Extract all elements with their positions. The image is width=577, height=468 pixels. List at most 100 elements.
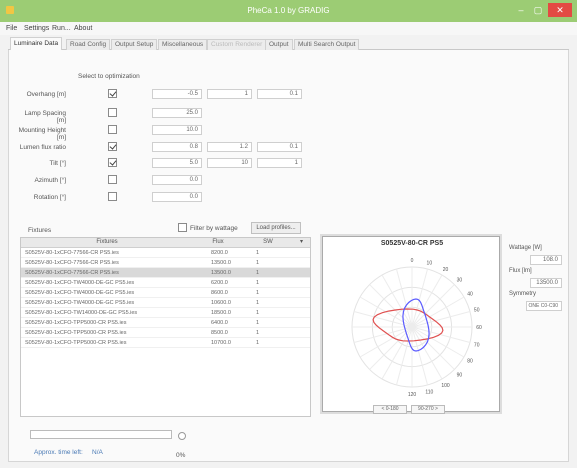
polar-spoke (411, 268, 429, 328)
polar-tick-label: 30 (457, 278, 463, 284)
maximize-button[interactable]: ▢ (531, 3, 545, 17)
load-profiles-button[interactable]: Load profiles... (251, 222, 301, 234)
mounting-height-checkbox[interactable] (108, 125, 117, 134)
overhang-label: Overhang [m] (26, 91, 66, 98)
menu-run[interactable]: Run... (52, 25, 71, 32)
rotation-checkbox[interactable] (108, 192, 117, 201)
polar-tick-label: 90 (457, 372, 463, 378)
tab-miscellaneous[interactable]: Miscellaneous (158, 39, 208, 50)
tilt-step[interactable]: 1 (257, 158, 302, 168)
overhang-checkbox[interactable] (108, 89, 117, 98)
fixtures-table[interactable]: Fixtures Flux SW ▾ S0525V-80-1xCFO-77566… (20, 237, 311, 417)
menu-settings[interactable]: Settings (24, 25, 49, 32)
cancel-knob[interactable] (178, 432, 186, 440)
cell-sw: 1 (256, 320, 260, 326)
table-row[interactable]: S0525V-80-1xCFO-TPP5000-CR PS5.ies 10700.… (21, 338, 310, 348)
menu-file[interactable]: File (6, 25, 17, 32)
cell-sw: 1 (256, 300, 260, 306)
table-row[interactable]: S0525V-80-1xCFO-77566-CR PS5.ies 8200.0 1 (21, 248, 310, 258)
lumen-flux-ratio-label: Lumen flux ratio (19, 144, 66, 151)
lumen-flux-ratio-value[interactable]: 0.8 (152, 142, 202, 152)
cell-sw: 1 (256, 250, 260, 256)
tilt-value[interactable]: 5.0 (152, 158, 202, 168)
polar-spoke (411, 310, 471, 328)
table-row[interactable]: S0525V-80-1xCFO-TW14000-DE-GC PS5.ies 185… (21, 308, 310, 318)
polar-tick-label: 50 (474, 308, 480, 314)
minimize-button[interactable]: – (513, 3, 529, 17)
azimuth-label: Azimuth [°] (34, 177, 67, 184)
cell-sw: 1 (256, 260, 260, 266)
table-row[interactable]: S0525V-80-1xCFO-TPP5000-CR PS5.ies 8500.0… (21, 328, 310, 338)
cell-flux: 10600.0 (211, 300, 231, 306)
polar-tick-label: 60 (476, 325, 482, 331)
cell-name: S0525V-80-1xCFO-TPP5000-CR PS5.ies (25, 330, 127, 336)
cell-name: S0525V-80-1xCFO-TPP5000-CR PS5.ies (25, 340, 127, 346)
lamp-spacing-value[interactable]: 25.0 (152, 108, 202, 118)
polar-tick-label: 0 (411, 258, 414, 264)
cell-sw: 1 (256, 290, 260, 296)
col-sw[interactable]: SW (243, 238, 293, 248)
cell-flux: 6200.0 (211, 280, 228, 286)
title-bar: PheCa 1.0 by GRADIG – ▢ ✕ (0, 0, 577, 22)
rotation-value[interactable]: 0.0 (152, 192, 202, 202)
mounting-height-label: Mounting Height [m] (18, 127, 66, 141)
overhang-step[interactable]: 0.1 (257, 89, 302, 99)
polar-prev-button[interactable]: < 0-180 (373, 405, 407, 414)
wattage-value: 108.0 (530, 255, 562, 265)
col-sort[interactable]: ▾ (293, 238, 310, 248)
close-button[interactable]: ✕ (548, 3, 572, 17)
azimuth-value[interactable]: 0.0 (152, 175, 202, 185)
col-fixtures[interactable]: Fixtures (21, 238, 193, 248)
flux-label: Flux [lm] (509, 268, 532, 274)
polar-next-button[interactable]: 90-270 > (411, 405, 445, 414)
polar-tick-label: 110 (425, 390, 433, 396)
overhang-max[interactable]: 1 (207, 89, 252, 99)
polar-spoke (395, 326, 413, 386)
tab-output-setup[interactable]: Output Setup (111, 39, 158, 50)
col-flux[interactable]: Flux (193, 238, 243, 248)
symmetry-label: Symmetry (509, 291, 536, 297)
cell-name: S0525V-80-1xCFO-77566-CR PS5.ies (25, 270, 119, 276)
tab-luminaire-data[interactable]: Luminaire Data (10, 37, 63, 50)
symmetry-value: ONE C0-C90 (526, 301, 562, 311)
tab-bar: Luminaire Data Road Config Output Setup … (8, 37, 569, 50)
tab-multi-search-output[interactable]: Multi Search Output (294, 39, 360, 50)
lumen-flux-ratio-checkbox[interactable] (108, 142, 117, 151)
overhang-value[interactable]: -0.5 (152, 89, 202, 99)
azimuth-checkbox[interactable] (108, 175, 117, 184)
tilt-max[interactable]: 10 (207, 158, 252, 168)
cell-name: S0525V-80-1xCFO-TW4000-DE-GC PS5.ies (25, 300, 135, 306)
table-row[interactable]: S0525V-80-1xCFO-77566-CR PS5.ies 13500.0 1 (21, 258, 310, 268)
rotation-label: Rotation [°] (33, 194, 66, 201)
polar-tick-label: 120 (408, 392, 417, 398)
cell-sw: 1 (256, 280, 260, 286)
cell-sw: 1 (256, 330, 260, 336)
lumen-flux-ratio-max[interactable]: 1.2 (207, 142, 252, 152)
tab-custom-renderer[interactable]: Custom Renderer (207, 39, 267, 50)
cell-flux: 10700.0 (211, 340, 231, 346)
lumen-flux-ratio-step[interactable]: 0.1 (257, 142, 302, 152)
polar-chart: 0 10 20 30 40 50 60 70 80 90 100 110 120 (351, 258, 482, 398)
tilt-checkbox[interactable] (108, 158, 117, 167)
window-title: PheCa 1.0 by GRADIG (247, 6, 330, 15)
filter-wattage-checkbox[interactable] (178, 223, 187, 232)
cell-sw: 1 (256, 270, 260, 276)
tab-output[interactable]: Output (265, 39, 293, 50)
mounting-height-value[interactable]: 10.0 (152, 125, 202, 135)
menu-about[interactable]: About (74, 25, 92, 32)
polar-spoke (353, 326, 413, 344)
table-row[interactable]: S0525V-80-1xCFO-TW4000-DE-GC PS5.ies 8600… (21, 288, 310, 298)
polar-plot-window: S0525V-80-CR PS5 0 10 20 30 40 50 60 70 80 90 100 1… (322, 236, 500, 414)
table-row[interactable]: S0525V-80-1xCFO-TW4000-DE-GC PS5.ies 1060… (21, 298, 310, 308)
table-row[interactable]: S0525V-80-1xCFO-TW4000-DE-GC PS5.ies 6200… (21, 278, 310, 288)
fixtures-label: Fixtures (28, 227, 52, 234)
table-row[interactable]: S0525V-80-1xCFO-TPP5000-CR PS5.ies 6400.0… (21, 318, 310, 328)
cell-flux: 8600.0 (211, 290, 228, 296)
polar-tick-label: 20 (443, 267, 449, 273)
flux-value: 13500.0 (530, 278, 562, 288)
lamp-spacing-checkbox[interactable] (108, 108, 117, 117)
tab-road-config[interactable]: Road Config (66, 39, 111, 50)
cell-flux: 13500.0 (211, 260, 231, 266)
cell-sw: 1 (256, 310, 260, 316)
table-row[interactable]: S0525V-80-1xCFO-77566-CR PS5.ies 13500.0 1 (21, 268, 310, 278)
